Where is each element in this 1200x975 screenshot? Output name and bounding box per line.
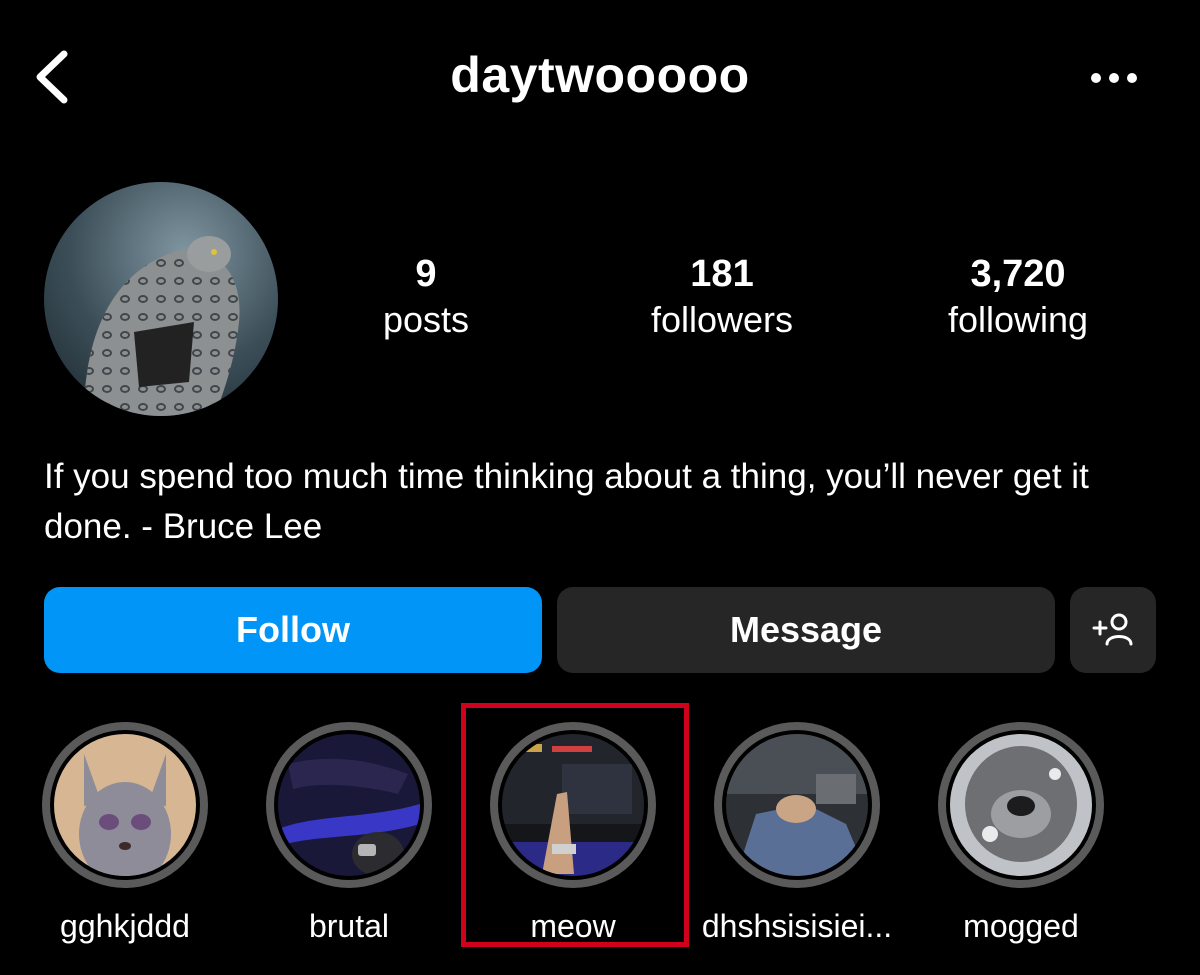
posts-count-value: 9 — [415, 253, 437, 295]
more-options-button[interactable] — [1086, 58, 1142, 98]
more-horizontal-icon — [1091, 73, 1137, 83]
highlight-cover — [726, 734, 868, 876]
followers-count-value: 181 — [690, 253, 754, 295]
followers-count-label: followers — [650, 299, 794, 340]
top-navigation-bar: daytwooooo — [0, 0, 1200, 150]
highlight-cover — [54, 734, 196, 876]
add-user-icon — [1092, 613, 1133, 646]
following-count-label: following — [947, 299, 1089, 340]
highlight-ring — [714, 722, 880, 888]
profile-bio: If you spend too much time thinking abou… — [44, 457, 1089, 546]
highlight-label: meow — [530, 908, 616, 944]
following-count-value: 3,720 — [970, 253, 1066, 295]
follow-button[interactable]: Follow — [44, 587, 542, 673]
highlight-cover — [502, 734, 644, 876]
back-button[interactable] — [28, 44, 84, 110]
highlight-cover — [278, 734, 420, 876]
profile-avatar[interactable] — [44, 182, 278, 416]
highlight-label: brutal — [308, 908, 390, 944]
suggested-users-button[interactable] — [1070, 587, 1156, 673]
following-count[interactable]: 3,720 following — [898, 252, 1138, 344]
highlight-ring — [42, 722, 208, 888]
highlight-label: gghkjddd — [60, 908, 190, 944]
highlight-cover — [950, 734, 1092, 876]
posts-count[interactable]: 9 posts — [306, 252, 546, 344]
followers-count[interactable]: 181 followers — [602, 252, 842, 344]
highlight-ring — [938, 722, 1104, 888]
posts-count-label: posts — [382, 299, 470, 340]
chevron-left-icon — [36, 50, 68, 104]
highlight-ring — [266, 722, 432, 888]
highlight-label: mogged — [963, 908, 1079, 944]
message-button[interactable]: Message — [557, 587, 1055, 673]
profile-username: daytwooooo — [450, 47, 750, 103]
highlight-label: dhshsisisiei... — [701, 908, 893, 944]
highlight-ring — [490, 722, 656, 888]
